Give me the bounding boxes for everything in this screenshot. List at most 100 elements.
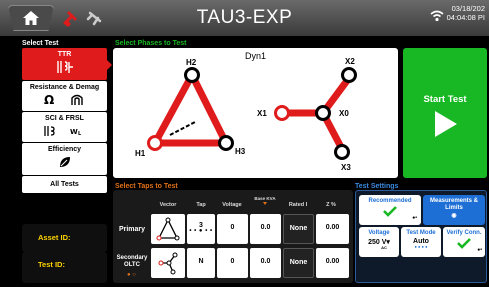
voltage-button[interactable]: Voltage 250 V▾ AC	[359, 227, 399, 257]
test-mode-button[interactable]: Test Mode Auto ● ● ● ●	[401, 227, 441, 257]
primary-voltage-value: 0	[230, 224, 235, 231]
primary-z-value: 0.00	[325, 224, 340, 231]
secondary-z-cell[interactable]: 0.00	[316, 248, 349, 278]
secondary-dots-icon: ● ○	[127, 272, 136, 278]
time-text: 04:04:08 PI	[446, 13, 485, 22]
phase-selection-panel[interactable]: Dyn1 H2 H1 H3 X2 X1 X0 X3	[113, 48, 398, 178]
test-efficiency-button[interactable]: Efficiency	[22, 143, 107, 175]
delta-vector-icon	[156, 217, 180, 241]
node-h3[interactable]	[218, 135, 234, 151]
test-efficiency-label: Efficiency	[47, 146, 82, 153]
secondary-voltage-value: 0	[230, 258, 235, 265]
label-h2: H2	[186, 58, 197, 67]
col-voltage: Voltage	[222, 202, 242, 208]
ttr-icon	[56, 61, 73, 73]
secondary-rated-i-value: None	[289, 259, 308, 266]
secondary-voltage-cell[interactable]: 0	[217, 248, 248, 278]
sci-frsl-icon: W L	[43, 126, 82, 137]
start-test-button[interactable]: Start Test	[403, 48, 487, 178]
test-ttr-button[interactable]: TTR	[22, 48, 107, 80]
test-sci-frsl-button[interactable]: SCI & FRSL W L	[22, 112, 107, 142]
secondary-rated-i-cell[interactable]: None	[283, 248, 314, 278]
datetime: 03/18/202 04:04:08 PI	[447, 4, 485, 22]
test-id-label: Test ID:	[38, 260, 65, 269]
phase-h2-h3[interactable]	[188, 73, 230, 145]
primary-base-kva-value: 0.0	[260, 224, 271, 231]
play-icon	[435, 111, 457, 137]
indicator-icon: ◉	[451, 213, 457, 219]
verify-dots-icon: ●•	[477, 247, 482, 253]
primary-z-cell[interactable]: 0.00	[316, 214, 349, 244]
test-all-label: All Tests	[50, 181, 79, 188]
taps-table: Vector Tap Voltage Base KVA Rated I Z % …	[113, 190, 353, 283]
node-x2[interactable]	[341, 67, 357, 83]
recommended-button[interactable]: Recommended ●•	[359, 195, 421, 225]
page-title: TAU3-EXP	[196, 7, 293, 28]
node-x3[interactable]	[334, 144, 350, 160]
asset-id-label: Asset ID:	[38, 233, 71, 242]
sort-indicator-icon	[263, 202, 267, 205]
select-test-label: Select Test	[22, 40, 59, 47]
phase-diagram[interactable]: H2 H1 H3 X2 X1 X0 X3	[113, 48, 398, 178]
test-resistance-demag-button[interactable]: Resistance & Demag Ω	[22, 81, 107, 111]
measurements-limits-label: Measurements & Limits	[429, 198, 479, 211]
secondary-base-kva-cell[interactable]: 0.0	[250, 248, 281, 278]
node-h2[interactable]	[184, 67, 200, 83]
test-resistance-label: Resistance & Demag	[29, 84, 100, 91]
label-h3: H3	[235, 147, 246, 156]
node-x1[interactable]	[274, 105, 290, 121]
date-text: 03/18/202	[451, 4, 485, 13]
label-x3: X3	[341, 163, 351, 172]
phase-h1-h2[interactable]	[151, 73, 196, 145]
start-test-label: Start Test	[423, 94, 467, 105]
node-x0[interactable]	[315, 105, 331, 121]
voltage-label: Voltage	[368, 230, 390, 236]
secondary-base-kva-value: 0.0	[260, 258, 271, 265]
secondary-tap-value: N	[198, 258, 204, 265]
asset-id-box[interactable]: Asset ID:	[22, 224, 107, 252]
tap-position-dots-icon: • • ● • •	[189, 228, 213, 234]
primary-rated-i-value: None	[289, 225, 308, 232]
checkmark-icon	[383, 206, 397, 217]
primary-tap-value: 3	[199, 222, 203, 229]
primary-vector-cell[interactable]	[151, 214, 185, 244]
svg-text:W: W	[70, 128, 78, 136]
primary-tap-cell[interactable]: 3 • • ● • •	[187, 214, 215, 244]
primary-base-kva-cell[interactable]: 0.0	[250, 214, 281, 244]
primary-voltage-cell[interactable]: 0	[217, 214, 248, 244]
test-id-box[interactable]: Test ID:	[22, 252, 107, 283]
mode-dots-icon: ● ● ● ●	[414, 244, 428, 249]
label-x0: X0	[339, 109, 349, 118]
wye-vector-icon	[158, 252, 178, 275]
test-all-button[interactable]: All Tests	[22, 176, 107, 193]
svg-text:L: L	[78, 131, 82, 137]
leaf-icon	[59, 157, 70, 167]
row-secondary-label: Secondary OLTC	[116, 255, 148, 268]
col-tap: Tap	[196, 202, 206, 208]
secondary-z-value: 0.00	[325, 258, 340, 265]
test-ttr-label: TTR	[57, 51, 72, 58]
verify-conn-button[interactable]: Verify Conn. ●•	[443, 227, 485, 257]
label-h1: H1	[135, 149, 146, 158]
ohm-magnet-icon: Ω	[44, 93, 83, 107]
svg-text:Ω: Ω	[44, 93, 54, 106]
verify-conn-label: Verify Conn.	[446, 230, 482, 236]
secondary-tap-cell[interactable]: N	[187, 248, 215, 278]
select-taps-label: Select Taps to Test	[115, 183, 178, 190]
col-rated-i: Rated I	[288, 202, 308, 208]
label-x1: X1	[257, 109, 267, 118]
secondary-vector-cell[interactable]	[151, 248, 185, 278]
selected-pointer-icon	[107, 60, 112, 70]
row-primary-label: Primary	[118, 226, 146, 233]
col-z: Z %	[326, 202, 336, 208]
wifi-icon	[430, 9, 444, 27]
recommended-label: Recommended	[368, 198, 412, 204]
select-phases-label: Select Phases to Test	[115, 40, 187, 47]
label-x2: X2	[345, 57, 355, 66]
page-dots-icon: ●•	[412, 215, 417, 221]
test-mode-label: Test Mode	[406, 230, 436, 236]
node-h1[interactable]	[147, 135, 163, 151]
measurements-limits-button[interactable]: Measurements & Limits ◉	[423, 195, 485, 225]
primary-rated-i-cell[interactable]: None	[283, 214, 314, 244]
col-vector: Vector	[159, 202, 177, 208]
